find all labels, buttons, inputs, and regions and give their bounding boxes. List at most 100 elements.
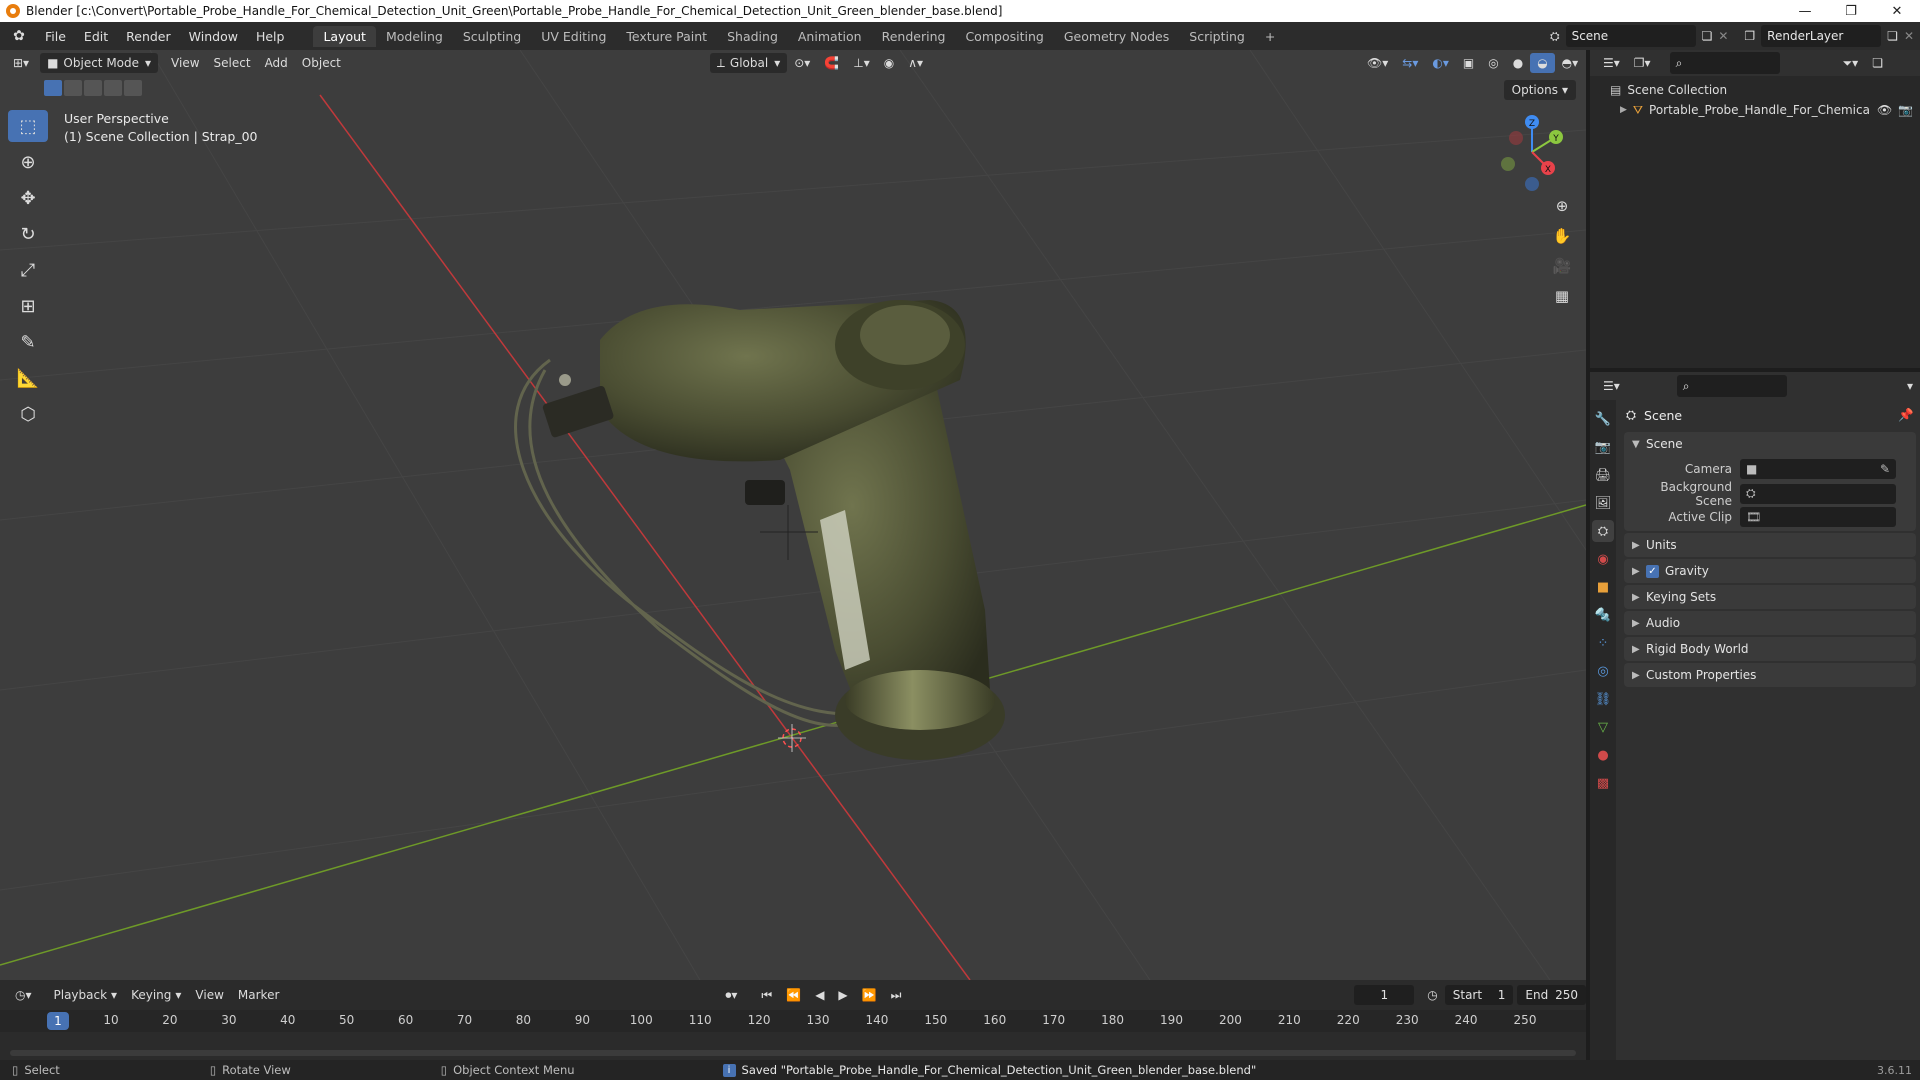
3d-viewport[interactable]: ⊞▾ ■ Object Mode ▾ View Select Add Objec… [0,50,1586,980]
record-icon[interactable]: ⏺▾ [718,985,744,1005]
scene-panel-header[interactable]: ▼ Scene [1624,432,1916,456]
menu-window[interactable]: Window [180,29,247,44]
navigation-gizmo[interactable]: Z Y X [1492,112,1572,192]
menu-timeline-view[interactable]: View [188,985,230,1005]
outliner-editor-type-icon[interactable]: ☰▾ [1596,53,1627,73]
texture-tab-icon[interactable]: ▩ [1592,772,1614,794]
solid-shading-icon[interactable]: ● [1506,53,1530,73]
gizmo-toggle-icon[interactable]: ⇆▾ [1395,53,1425,73]
view-layer-icon[interactable]: ❐ [1744,29,1755,43]
transform-orientation-selector[interactable]: ⟂ Global ▾ [709,53,788,73]
new-scene-icon[interactable]: ❏ [1702,29,1713,43]
scale-tool-icon[interactable]: ⤢ [8,254,48,286]
material-shading-icon[interactable]: ◒ [1530,53,1555,73]
output-tab-icon[interactable]: 🖨 [1592,464,1614,486]
background-scene-field[interactable]: ⛭ [1740,483,1896,504]
material-tab-icon[interactable]: ● [1592,744,1614,766]
constraints-tab-icon[interactable]: ⛓ [1592,688,1614,710]
menu-file[interactable]: File [36,29,75,44]
rotate-tool-icon[interactable]: ↻ [8,218,48,250]
menu-add[interactable]: Add [258,53,295,73]
snap-icon[interactable]: 🧲 [817,53,846,73]
keying-sets-panel[interactable]: ▶ Keying Sets [1624,585,1916,609]
play-reverse-icon[interactable]: ◀ [808,985,831,1005]
active-clip-field[interactable]: 🎞 [1740,506,1896,527]
camera-render-icon[interactable]: 📷 [1898,103,1913,117]
expand-arrow-icon[interactable]: ▶ [1620,105,1627,115]
tab-rendering[interactable]: Rendering [872,26,956,47]
modifier-tab-icon[interactable]: 🔩 [1592,604,1614,626]
properties-editor-type-icon[interactable]: ☰▾ [1596,376,1627,396]
scene-tab-icon[interactable]: ⛭ [1592,520,1614,542]
select-intersect-icon[interactable] [124,80,142,96]
zoom-icon[interactable]: ⊕ [1548,192,1576,220]
scene-selector[interactable]: Scene [1565,25,1696,47]
select-invert-icon[interactable] [104,80,122,96]
tab-compositing[interactable]: Compositing [955,26,1053,47]
pin-icon[interactable]: 📌 [1898,407,1914,423]
editor-type-icon[interactable]: ⊞▾ [6,53,36,73]
outliner-row-object[interactable]: ▶ ⛛ Portable_Probe_Handle_For_Chemical_D… [1590,100,1920,120]
rigid-body-world-panel[interactable]: ▶ Rigid Body World [1624,637,1916,661]
tab-animation[interactable]: Animation [788,26,872,47]
audio-panel[interactable]: ▶ Audio [1624,611,1916,635]
tab-uv-editing[interactable]: UV Editing [531,26,616,47]
maximize-button[interactable]: ❐ [1828,0,1874,22]
display-mode-icon[interactable]: ❐▾ [1627,53,1658,73]
menu-object[interactable]: Object [295,53,348,73]
timeline-scrollbar[interactable] [10,1050,1576,1056]
world-tab-icon[interactable]: ◉ [1592,548,1614,570]
end-frame-field[interactable]: End 250 [1517,985,1586,1005]
mode-selector[interactable]: ■ Object Mode ▾ [40,53,159,73]
gravity-panel[interactable]: ▶ ✓ Gravity [1624,559,1916,583]
xray-toggle-icon[interactable]: ▣ [1456,53,1481,73]
units-panel[interactable]: ▶ Units [1624,533,1916,557]
select-box-tool-icon[interactable]: ⬚ [8,110,48,142]
camera-view-icon[interactable]: 🎥 [1548,252,1576,280]
jump-end-icon[interactable]: ⏭ [884,985,909,1005]
annotate-tool-icon[interactable]: ✎ [8,326,48,358]
tool-tab-icon[interactable]: 🔧 [1592,408,1614,430]
pivot-point-icon[interactable]: ⊙▾ [787,53,817,73]
data-tab-icon[interactable]: ▽ [1592,716,1614,738]
tab-texture-paint[interactable]: Texture Paint [616,26,717,47]
object-tab-icon[interactable]: ■ [1592,576,1614,598]
current-frame-field[interactable]: 1 [1354,985,1415,1005]
outliner-row-scene-collection[interactable]: ▤ Scene Collection [1590,80,1920,100]
eye-icon[interactable]: 👁 [1877,103,1892,117]
menu-help[interactable]: Help [247,29,294,44]
timeline-editor-type-icon[interactable]: ◷▾ [8,985,39,1005]
menu-render[interactable]: Render [117,29,180,44]
menu-marker[interactable]: Marker [231,985,286,1005]
playhead[interactable]: 1 [47,1012,69,1030]
eyedropper-icon[interactable]: ✎ [1880,462,1890,476]
jump-keyframe-forward-icon[interactable]: ⏩ [855,985,884,1005]
tab-modeling[interactable]: Modeling [376,26,453,47]
tab-scripting[interactable]: Scripting [1179,26,1255,47]
add-cube-tool-icon[interactable]: ⬡ [8,398,48,430]
cursor-tool-icon[interactable]: ⊕ [8,146,48,178]
scene-icon[interactable]: ⛭ [1550,29,1560,44]
proportional-edit-icon[interactable]: ◉ [877,53,901,73]
particles-tab-icon[interactable]: ⁘ [1592,632,1614,654]
select-extend-icon[interactable] [64,80,82,96]
move-tool-icon[interactable]: ✥ [8,182,48,214]
minimize-button[interactable]: — [1782,0,1828,22]
select-new-icon[interactable] [44,80,62,96]
wireframe-shading-icon[interactable]: ◎ [1481,53,1505,73]
tab-shading[interactable]: Shading [717,26,788,47]
properties-search-input[interactable]: ⌕ [1676,375,1787,397]
jump-keyframe-back-icon[interactable]: ⏪ [779,985,808,1005]
start-frame-field[interactable]: Start 1 [1444,985,1514,1005]
menu-edit[interactable]: Edit [75,29,117,44]
visibility-icon[interactable]: 👁▾ [1360,53,1395,73]
transform-tool-icon[interactable]: ⊞ [8,290,48,322]
remove-scene-icon[interactable]: ✕ [1718,29,1728,43]
pan-hand-icon[interactable]: ✋ [1548,222,1576,250]
tab-layout[interactable]: Layout [313,25,376,47]
camera-field[interactable]: ■ ✎ [1740,458,1896,479]
view-layer-tab-icon[interactable]: 🖼 [1592,492,1614,514]
menu-keying[interactable]: Keying ▾ [124,985,188,1005]
play-icon[interactable]: ▶ [831,985,854,1005]
falloff-icon[interactable]: ∧▾ [901,53,930,73]
